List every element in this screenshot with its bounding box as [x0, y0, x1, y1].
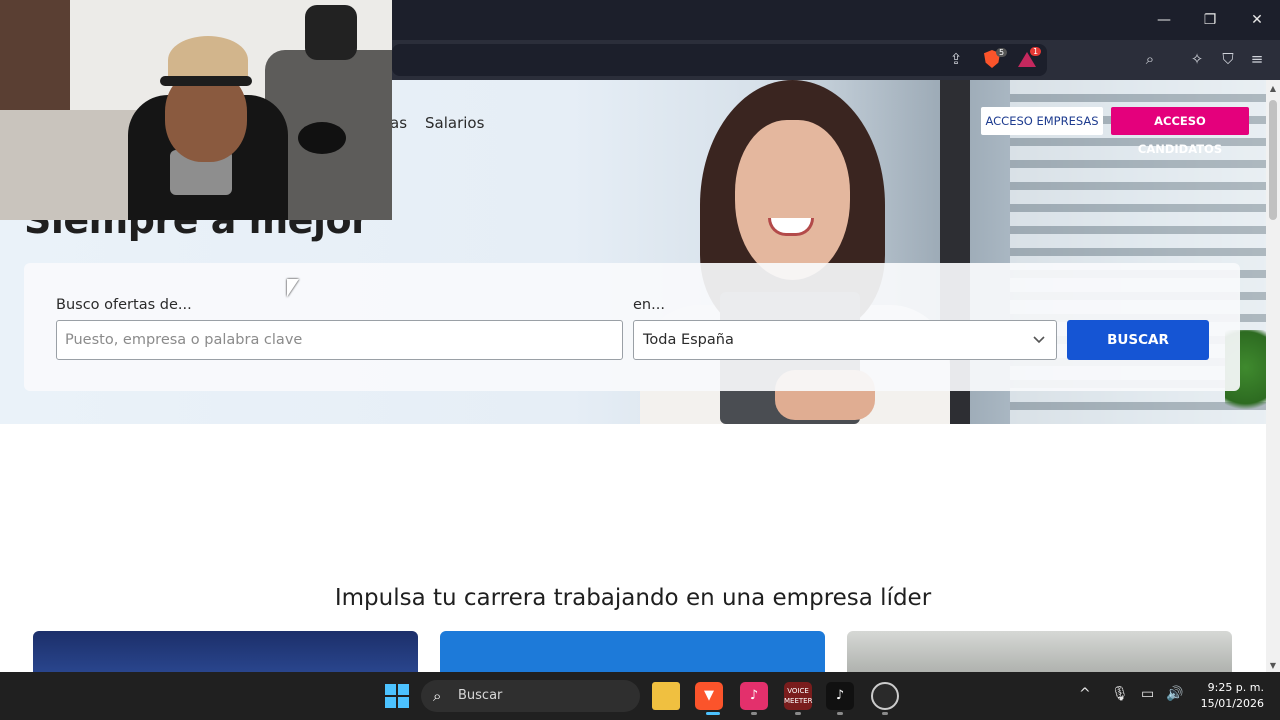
company-card-1[interactable]: [33, 631, 418, 672]
search-in-page-icon[interactable]: ⌕: [1139, 48, 1161, 70]
search-icon: ⌕: [433, 687, 442, 705]
voicemeeter-icon[interactable]: VOICE MEETER: [784, 682, 812, 710]
job-search-form: Busco ofertas de... en... Toda España BU…: [24, 263, 1240, 391]
tiktok-live-indicator: [751, 712, 757, 715]
restore-button[interactable]: ❐: [1198, 8, 1222, 32]
windows-start-icon[interactable]: [385, 684, 409, 708]
scroll-up-arrow-icon[interactable]: ▲: [1268, 84, 1278, 93]
leo-ai-icon[interactable]: ✧: [1186, 48, 1208, 70]
microphone-icon[interactable]: 🎙: [1111, 686, 1129, 702]
nav-link-partial[interactable]: as: [390, 114, 407, 132]
acceso-candidatos-button[interactable]: ACCESO CANDIDATOS: [1111, 107, 1249, 156]
chat-app-indicator: [882, 712, 888, 715]
taskbar-search-label: Buscar: [458, 688, 503, 703]
location-label: en...: [633, 297, 665, 313]
network-icon[interactable]: ▭: [1141, 686, 1154, 702]
clock-time[interactable]: 9:25 p. m.: [1200, 681, 1264, 694]
voicemeeter-label-2: MEETER: [784, 697, 813, 705]
brave-browser-icon[interactable]: ▼: [695, 682, 723, 710]
location-select[interactable]: Toda España: [633, 320, 1057, 360]
photo-woman-face: [735, 120, 850, 280]
voicemeeter-indicator: [795, 712, 801, 715]
acceso-empresas-button[interactable]: ACCESO EMPRESAS: [981, 107, 1103, 135]
location-select-value: Toda España: [643, 332, 734, 348]
job-search-input[interactable]: [56, 320, 623, 360]
tiktok-icon[interactable]: ♪: [826, 682, 854, 710]
brave-shields-badge: 5: [996, 48, 1008, 57]
menu-icon[interactable]: ≡: [1246, 48, 1268, 70]
company-card-2[interactable]: [440, 631, 825, 672]
vpn-shield-icon[interactable]: ⛉: [1217, 48, 1239, 70]
buscar-button[interactable]: BUSCAR: [1067, 320, 1209, 360]
chat-app-icon[interactable]: [871, 682, 899, 710]
webcam-overlay: [0, 0, 392, 220]
minimize-button[interactable]: —: [1152, 8, 1176, 32]
volume-icon[interactable]: 🔊: [1166, 686, 1183, 702]
share-icon[interactable]: ⇪: [945, 48, 967, 70]
tiktok-indicator: [837, 712, 843, 715]
webcam-cap-on-sofa: [298, 122, 346, 154]
scroll-thumb[interactable]: [1269, 100, 1277, 220]
webcam-cap-brim: [160, 76, 252, 86]
page-scrollbar[interactable]: ▲ ▼: [1266, 80, 1280, 672]
brave-active-indicator: [706, 712, 720, 715]
query-label: Busco ofertas de...: [56, 297, 192, 313]
clock-date[interactable]: 15/01/2026: [1194, 697, 1264, 710]
file-explorer-icon[interactable]: [652, 682, 680, 710]
chevron-down-icon: [1033, 336, 1045, 344]
tray-overflow-chevron-up-icon[interactable]: ^: [1079, 686, 1091, 702]
nav-link-salarios[interactable]: Salarios: [425, 114, 484, 132]
voicemeeter-label-1: VOICE: [787, 687, 809, 695]
scroll-down-arrow-icon[interactable]: ▼: [1268, 661, 1278, 670]
taskbar-search[interactable]: ⌕ Buscar: [421, 680, 640, 712]
section-title: Impulsa tu carrera trabajando en una emp…: [334, 585, 932, 611]
close-button[interactable]: ✕: [1245, 8, 1269, 32]
webcam-backpack: [305, 5, 357, 60]
company-card-3[interactable]: [847, 631, 1232, 672]
brave-rewards-badge: 1: [1030, 47, 1042, 56]
mouse-cursor-icon: [287, 279, 299, 297]
tiktok-live-studio-icon[interactable]: ♪: [740, 682, 768, 710]
